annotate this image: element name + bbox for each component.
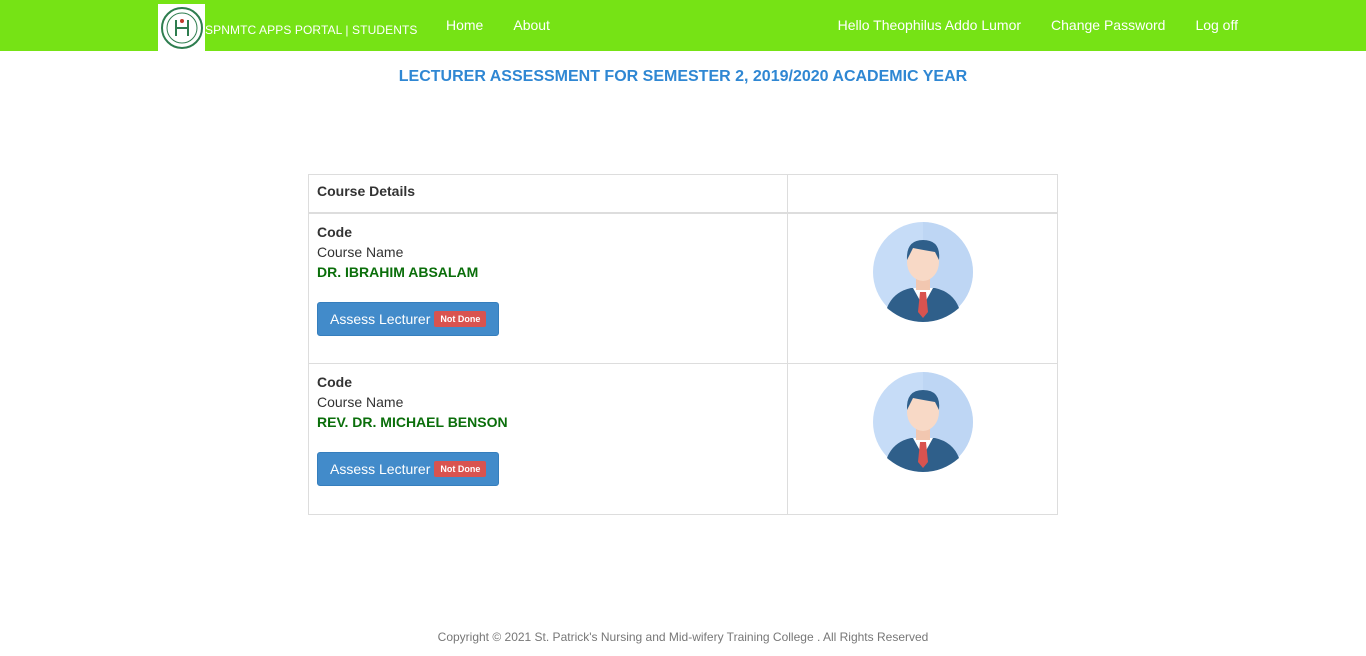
course-name: Course Name <box>317 394 404 410</box>
assess-lecturer-button[interactable]: Assess Lecturer Not Done <box>317 452 500 486</box>
assess-lecturer-label: Assess Lecturer <box>330 461 431 477</box>
courses-table: Course Details Code Course Name DR. IBRA… <box>308 174 1058 515</box>
status-badge: Not Done <box>434 310 487 327</box>
avatar-cell <box>787 363 1058 515</box>
brand[interactable]: SPNMTC APPS PORTAL | STUDENTS <box>158 4 418 51</box>
course-code: Code <box>317 374 352 390</box>
avatar-header <box>787 174 1058 214</box>
college-logo[interactable] <box>158 4 205 51</box>
nav-left: Home About <box>446 17 580 33</box>
footer-copyright: Copyright © 2021 St. Patrick's Nursing a… <box>437 630 929 644</box>
user-greeting-link[interactable]: Hello Theophilus Addo Lumor <box>838 17 1021 33</box>
person-avatar-icon <box>872 372 973 475</box>
logout-link[interactable]: Log off <box>1195 17 1238 33</box>
lecturer-name: DR. IBRAHIM ABSALAM <box>317 263 479 280</box>
nav-right: Hello Theophilus Addo Lumor Change Passw… <box>808 17 1238 33</box>
lecturer-name: REV. DR. MICHAEL BENSON <box>317 414 508 430</box>
assess-lecturer-button[interactable]: Assess Lecturer Not Done <box>317 301 500 336</box>
course-details-cell: Code Course Name REV. DR. MICHAEL BENSON… <box>308 363 788 515</box>
avatar-cell <box>787 212 1058 364</box>
course-details-header: Course Details <box>308 174 788 214</box>
table-row: Code Course Name DR. IBRAHIM ABSALAM Ass… <box>308 212 1058 364</box>
table-row: Code Course Name REV. DR. MICHAEL BENSON… <box>308 363 1058 515</box>
top-navbar: SPNMTC APPS PORTAL | STUDENTS Home About… <box>0 0 1366 51</box>
course-name: Course Name <box>317 243 404 260</box>
brand-title[interactable]: SPNMTC APPS PORTAL | STUDENTS <box>205 23 418 37</box>
status-badge: Not Done <box>434 461 487 477</box>
course-code: Code <box>317 223 352 240</box>
nav-home-link[interactable]: Home <box>446 17 483 33</box>
change-password-link[interactable]: Change Password <box>1051 17 1165 33</box>
assess-lecturer-label: Assess Lecturer <box>330 310 431 327</box>
course-details-cell: Code Course Name DR. IBRAHIM ABSALAM Ass… <box>308 212 788 364</box>
person-avatar-icon <box>872 221 973 325</box>
page-title: LECTURER ASSESSMENT FOR SEMESTER 2, 2019… <box>398 68 968 85</box>
nav-about-link[interactable]: About <box>513 17 550 33</box>
